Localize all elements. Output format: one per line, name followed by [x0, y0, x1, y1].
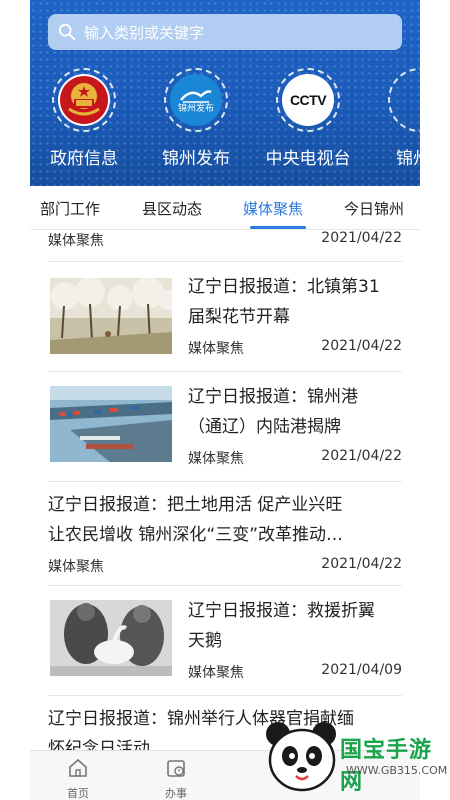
channel-label: 政府信息 [50, 149, 118, 169]
app-screen: 输入类别或关键字 政府信息 锦州发布 锦州发布 CCTV 中央电视台 锦 部门工… [30, 0, 420, 800]
tab-department-work[interactable]: 部门工作 [40, 198, 100, 219]
header-banner: 输入类别或关键字 政府信息 锦州发布 锦州发布 CCTV 中央电视台 锦 [30, 0, 420, 186]
emblem-icon [58, 74, 110, 126]
news-source: 媒体聚焦 [188, 451, 244, 467]
news-title: 辽宁日报报道：北镇第31 届梨花节开幕 [188, 272, 402, 332]
news-title-line: 届梨花节开幕 [188, 307, 290, 327]
home-icon [69, 758, 87, 777]
swan-rescue-photo [50, 600, 172, 676]
news-source: 媒体聚焦 [188, 341, 244, 357]
news-title: 辽宁日报报道：锦州港 （通辽）内陆港揭牌 [188, 382, 402, 442]
active-tab-indicator [250, 226, 306, 229]
tab-county-news[interactable]: 县区动态 [142, 198, 202, 219]
channel-label: 锦州 [396, 149, 420, 169]
news-item[interactable]: 辽宁日报报道：救援折翼 天鹅 媒体聚焦 2021/04/09 [48, 586, 402, 696]
logo-text: CCTV [289, 92, 327, 108]
news-item[interactable]: 辽宁日报报道：北镇第31 届梨花节开幕 媒体聚焦 2021/04/22 [48, 262, 402, 372]
channel-jinzhou-release[interactable]: 锦州发布 锦州发布 [146, 68, 246, 178]
panda-icon [266, 722, 336, 792]
news-title-line: （通辽）内陆港揭牌 [188, 417, 341, 437]
search-placeholder: 输入类别或关键字 [84, 23, 205, 42]
nav-home[interactable]: 首页 [48, 757, 108, 800]
port-aerial-photo [50, 386, 172, 462]
channel-label: 锦州发布 [162, 149, 230, 169]
jinzhou-release-logo: 锦州发布 [170, 74, 222, 126]
news-item[interactable]: 辽宁日报报道：把土地用活 促产业兴旺 让农民增收 锦州深化“三变”改革推动… 媒… [48, 482, 402, 586]
news-date: 2021/04/22 [321, 230, 402, 246]
channel-ring [388, 68, 420, 132]
news-source: 媒体聚焦 [188, 665, 244, 681]
news-title-line: 辽宁日报报道：北镇第31 [188, 277, 380, 297]
channel-ring [52, 68, 116, 132]
news-date: 2021/04/22 [321, 338, 402, 354]
nav-label: 首页 [67, 787, 89, 800]
tab-media-focus[interactable]: 媒体聚焦 [243, 198, 303, 219]
news-title-line: 辽宁日报报道：锦州港 [188, 387, 358, 407]
tab-today-jinzhou[interactable]: 今日锦州 [344, 198, 404, 219]
news-title-line: 辽宁日报报道：救援折翼 [188, 601, 375, 621]
watermark-url: WWW.GB315.COM [346, 764, 448, 777]
news-title-line: 天鹅 [188, 631, 222, 651]
news-title: 辽宁日报报道：救援折翼 天鹅 [188, 596, 402, 656]
channel-carousel: 政府信息 锦州发布 锦州发布 CCTV 中央电视台 锦 [30, 68, 420, 178]
news-title-line: 辽宁日报报道：把土地用活 促产业兴旺 [48, 495, 343, 515]
channel-cctv[interactable]: CCTV 中央电视台 [258, 68, 358, 178]
nav-service[interactable]: 办事 [146, 757, 206, 800]
search-icon [58, 23, 76, 41]
channel-gov-info[interactable]: 政府信息 [34, 68, 134, 178]
news-date: 2021/04/22 [321, 448, 402, 464]
service-icon [167, 760, 185, 777]
news-date: 2021/04/22 [321, 556, 402, 572]
news-item[interactable]: 媒体聚焦 2021/04/22 [48, 230, 402, 262]
pear-orchard-photo [50, 278, 172, 354]
cctv-logo: CCTV [282, 74, 334, 126]
channel-ring: CCTV [276, 68, 340, 132]
channel-jinzhou-partial[interactable]: 锦州 [370, 68, 420, 178]
nav-label: 办事 [165, 787, 187, 800]
channel-ring: 锦州发布 [164, 68, 228, 132]
news-item[interactable]: 辽宁日报报道：锦州港 （通辽）内陆港揭牌 媒体聚焦 2021/04/22 [48, 372, 402, 482]
news-title: 辽宁日报报道：把土地用活 促产业兴旺 让农民增收 锦州深化“三变”改革推动… [48, 490, 402, 550]
news-title-line: 让农民增收 锦州深化“三变”改革推动… [48, 525, 344, 545]
channel-label: 中央电视台 [265, 149, 351, 169]
news-source: 媒体聚焦 [48, 559, 104, 575]
watermark-logo: 国宝手游网 WWW.GB315.COM [262, 712, 450, 800]
category-tabs: 部门工作 县区动态 媒体聚焦 今日锦州 [30, 186, 420, 230]
logo-text: 锦州发布 [177, 104, 214, 114]
news-source: 媒体聚焦 [48, 233, 104, 249]
search-input[interactable]: 输入类别或关键字 [48, 14, 402, 50]
news-list: 媒体聚焦 2021/04/22 辽宁日报报道：北镇第31 届梨花节开幕 媒体聚焦… [30, 230, 420, 750]
news-date: 2021/04/09 [321, 662, 402, 678]
